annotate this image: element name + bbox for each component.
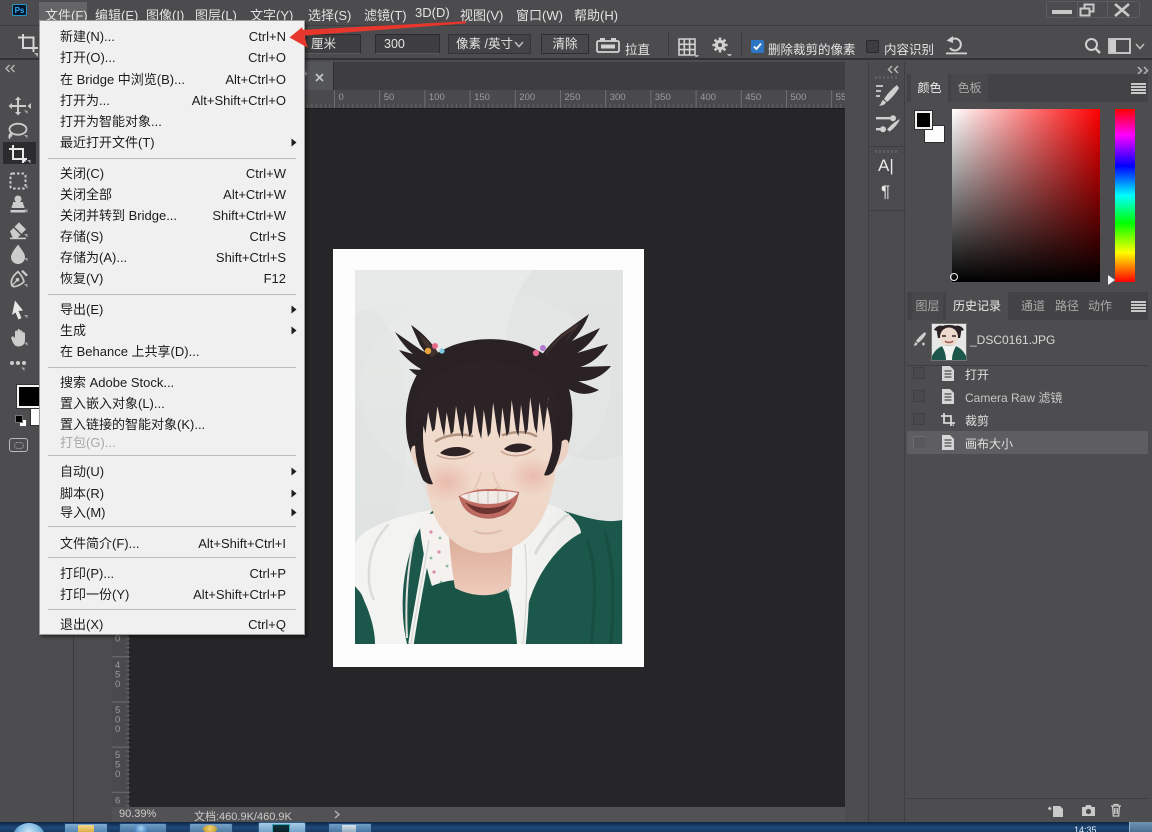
svg-text:550: 550 — [836, 92, 845, 103]
svg-text:100: 100 — [429, 92, 445, 103]
svg-text:500: 500 — [791, 92, 807, 103]
svg-text:150: 150 — [474, 92, 490, 103]
svg-text:0: 0 — [115, 769, 120, 780]
svg-text:200: 200 — [519, 92, 535, 103]
svg-text:6: 6 — [115, 795, 120, 806]
svg-text:50: 50 — [384, 92, 395, 103]
svg-text:300: 300 — [610, 92, 626, 103]
svg-text:0: 0 — [115, 724, 120, 735]
svg-text:0: 0 — [115, 634, 120, 645]
svg-text:450: 450 — [745, 92, 761, 103]
svg-text:250: 250 — [565, 92, 581, 103]
svg-text:400: 400 — [700, 92, 716, 103]
svg-text:0: 0 — [339, 92, 344, 103]
svg-text:350: 350 — [655, 92, 671, 103]
svg-text:0: 0 — [115, 679, 120, 690]
